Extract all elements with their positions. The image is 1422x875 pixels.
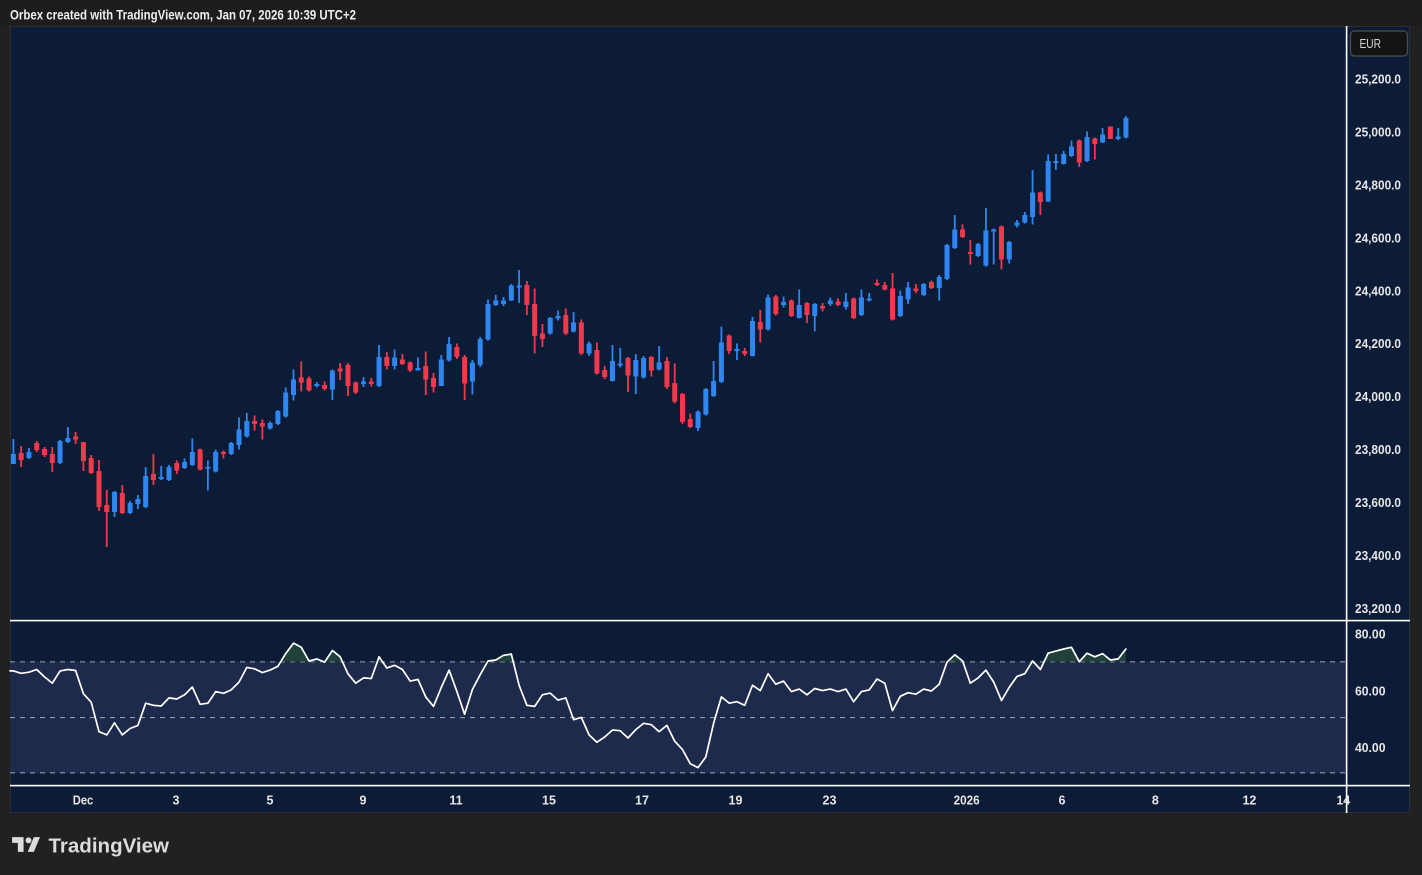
svg-text:60.00: 60.00 — [1355, 683, 1386, 698]
svg-text:23: 23 — [823, 794, 837, 808]
svg-text:25,200.0: 25,200.0 — [1355, 72, 1401, 87]
svg-text:19: 19 — [729, 794, 743, 808]
svg-text:24,600.0: 24,600.0 — [1355, 230, 1401, 245]
svg-text:14: 14 — [1336, 794, 1350, 808]
svg-text:24,400.0: 24,400.0 — [1355, 283, 1401, 298]
svg-text:2026: 2026 — [954, 794, 980, 808]
svg-text:9: 9 — [360, 794, 367, 808]
svg-text:23,800.0: 23,800.0 — [1355, 442, 1401, 457]
svg-text:25,000.0: 25,000.0 — [1355, 124, 1401, 139]
svg-text:23,600.0: 23,600.0 — [1355, 495, 1401, 510]
svg-text:23,400.0: 23,400.0 — [1355, 548, 1401, 563]
svg-text:5: 5 — [267, 794, 274, 808]
svg-text:80.00: 80.00 — [1355, 627, 1386, 642]
svg-text:Orbex created with TradingView: Orbex created with TradingView.com, Jan … — [10, 6, 356, 22]
svg-text:11: 11 — [449, 794, 462, 808]
svg-text:24,000.0: 24,000.0 — [1355, 389, 1401, 404]
svg-text:3: 3 — [173, 794, 180, 808]
svg-text:6: 6 — [1059, 794, 1066, 808]
svg-text:TradingView: TradingView — [49, 834, 170, 857]
svg-text:15: 15 — [542, 794, 556, 808]
svg-text:12: 12 — [1242, 794, 1256, 808]
svg-text:24,800.0: 24,800.0 — [1355, 177, 1401, 192]
svg-text:17: 17 — [635, 794, 649, 808]
svg-text:8: 8 — [1152, 794, 1159, 808]
svg-text:40.00: 40.00 — [1355, 740, 1386, 755]
svg-text:23,200.0: 23,200.0 — [1355, 601, 1401, 616]
svg-text:24,200.0: 24,200.0 — [1355, 336, 1401, 351]
svg-text:Dec: Dec — [73, 794, 94, 808]
svg-text:EUR: EUR — [1360, 37, 1382, 51]
